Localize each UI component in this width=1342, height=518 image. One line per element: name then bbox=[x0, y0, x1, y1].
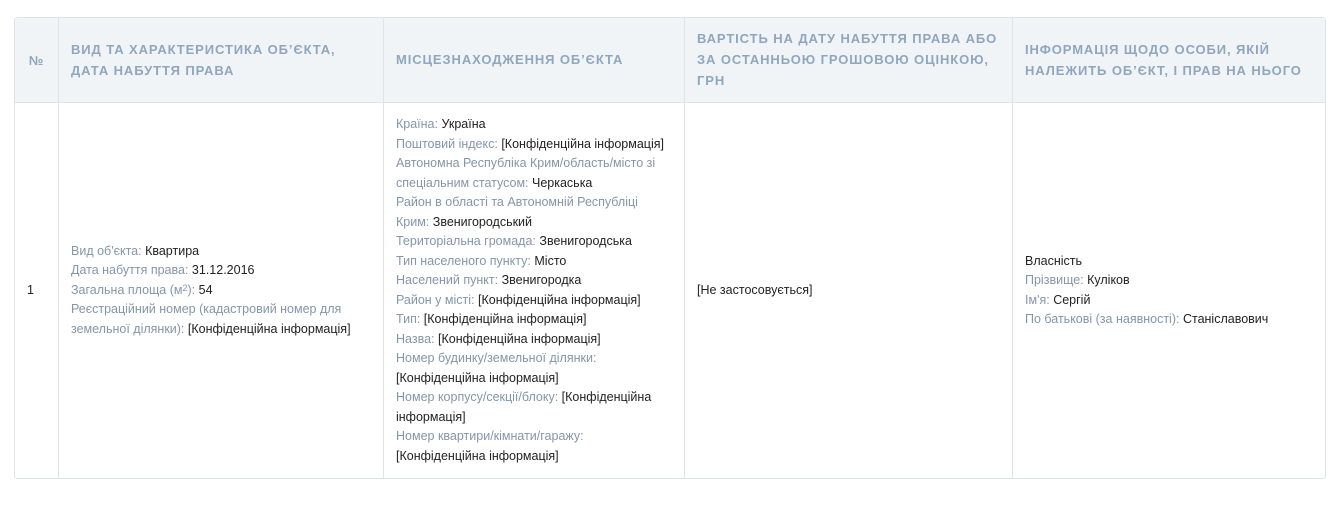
location-block: Номер корпусу/секції/блоку: [Конфіденцій… bbox=[396, 388, 672, 427]
owner-surname: Прізвище: Куліков bbox=[1025, 271, 1313, 291]
table-row: 1 Вид об'єкта: Квартира Дата набуття пра… bbox=[15, 103, 1325, 478]
location-community-value: Звенигородська bbox=[539, 234, 632, 248]
location-region-value: Черкаська bbox=[532, 175, 593, 190]
location-region: Автономна Республіка Крим/область/місто … bbox=[396, 154, 672, 193]
total-area-value: 54 bbox=[198, 282, 213, 297]
owner-patronymic-value: Станіславович bbox=[1182, 312, 1269, 326]
object-type-label: Вид об'єкта: bbox=[71, 243, 142, 258]
location-building-value: [Конфіденційна інформація] bbox=[396, 370, 559, 385]
location-settlement-type: Тип населеного пункту: Місто bbox=[396, 252, 672, 272]
location-settlement-type-label: Тип населеного пункту: bbox=[396, 253, 531, 268]
location-city-district: Район у місті: [Конфіденційна інформація… bbox=[396, 291, 672, 311]
location-city-district-label: Район у місті: bbox=[396, 292, 475, 307]
location-apartment-label: Номер квартири/кімнати/гаражу: bbox=[396, 429, 584, 443]
registration-number-value: [Конфіденційна інформація] bbox=[187, 321, 351, 336]
location-settlement-label: Населений пункт: bbox=[396, 273, 499, 287]
location-street-type-value: [Конфіденційна інформація] bbox=[423, 312, 587, 326]
value-cell: [Не застосовується] bbox=[685, 103, 1013, 478]
acquisition-date-label: Дата набуття права: bbox=[71, 263, 189, 278]
total-area-label: Загальна площа (м2): bbox=[71, 283, 195, 297]
location-block-label: Номер корпусу/секції/блоку: bbox=[396, 390, 559, 404]
location-street-name-value: [Конфіденційна інформація] bbox=[437, 331, 601, 346]
location-street-name-label: Назва: bbox=[396, 331, 435, 346]
location-community-label: Територіальна громада: bbox=[396, 234, 536, 248]
property-table: № ВИД ТА ХАРАКТЕРИСТИКА ОБ’ЄКТА, ДАТА НА… bbox=[14, 17, 1326, 479]
acquisition-date: Дата набуття права: 31.12.2016 bbox=[71, 261, 371, 281]
location-country-label: Країна: bbox=[396, 117, 438, 131]
location-building: Номер будинку/земельної ділянки: [Конфід… bbox=[396, 349, 672, 388]
owner-cell: Власність Прізвище: Куліков Ім'я: Сергій… bbox=[1013, 103, 1325, 478]
location-postal-label: Поштовий індекс: bbox=[396, 136, 498, 151]
object-type-value: Квартира bbox=[145, 243, 200, 258]
location-postal: Поштовий індекс: [Конфіденційна інформац… bbox=[396, 135, 672, 155]
location-apartment: Номер квартири/кімнати/гаражу: [Конфіден… bbox=[396, 427, 672, 466]
location-city-district-value: [Конфіденційна інформація] bbox=[478, 292, 641, 307]
header-location: МІСЦЕЗНАХОДЖЕННЯ ОБ’ЄКТА bbox=[384, 18, 685, 103]
owner-surname-label: Прізвище: bbox=[1025, 273, 1084, 287]
location-settlement-type-value: Місто bbox=[534, 253, 567, 268]
object-cell: Вид об'єкта: Квартира Дата набуття права… bbox=[59, 103, 384, 478]
location-postal-value: [Конфіденційна інформація] bbox=[501, 136, 664, 151]
total-area-label-close: ): bbox=[187, 282, 196, 297]
header-number: № bbox=[15, 18, 59, 103]
total-area-label-text: Загальна площа (м bbox=[71, 282, 183, 297]
location-street-type-label: Тип: bbox=[396, 312, 421, 326]
row-number: 1 bbox=[15, 103, 59, 478]
object-type: Вид об'єкта: Квартира bbox=[71, 242, 371, 262]
acquisition-date-value: 31.12.2016 bbox=[191, 263, 255, 278]
owner-patronymic: По батькові (за наявності): Станіславови… bbox=[1025, 310, 1313, 330]
header-owner: ІНФОРМАЦІЯ ЩОДО ОСОБИ, ЯКІЙ НАЛЕЖИТЬ ОБ’… bbox=[1013, 18, 1325, 103]
registration-number: Реєстраційний номер (кадастровий номер д… bbox=[71, 300, 371, 339]
location-street-name: Назва: [Конфіденційна інформація] bbox=[396, 330, 672, 350]
location-district-value: Звенигородський bbox=[432, 214, 533, 229]
header-value: ВАРТІСТЬ НА ДАТУ НАБУТТЯ ПРАВА АБО ЗА ОС… bbox=[685, 18, 1013, 103]
owner-surname-value: Куліков bbox=[1087, 273, 1130, 287]
total-area-unit-sup: 2 bbox=[182, 282, 188, 293]
total-area: Загальна площа (м2): 54 bbox=[71, 281, 371, 301]
right-type: Власність bbox=[1025, 253, 1083, 268]
declaration-section: № ВИД ТА ХАРАКТЕРИСТИКА ОБ’ЄКТА, ДАТА НА… bbox=[14, 17, 1326, 479]
owner-name: Ім'я: Сергій bbox=[1025, 291, 1313, 311]
location-settlement-value: Звенигородка bbox=[501, 273, 582, 287]
owner-name-value: Сергій bbox=[1053, 292, 1091, 307]
location-country-value: Україна bbox=[441, 117, 486, 131]
owner-name-label: Ім'я: bbox=[1025, 292, 1050, 307]
table-header-row: № ВИД ТА ХАРАКТЕРИСТИКА ОБ’ЄКТА, ДАТА НА… bbox=[15, 18, 1325, 103]
location-country: Країна: Україна bbox=[396, 115, 672, 135]
location-cell: Країна: Україна Поштовий індекс: [Конфід… bbox=[384, 103, 685, 478]
location-region-label: Автономна Республіка Крим/область/місто … bbox=[396, 156, 656, 190]
location-community: Територіальна громада: Звенигородська bbox=[396, 232, 672, 252]
header-object: ВИД ТА ХАРАКТЕРИСТИКА ОБ’ЄКТА, ДАТА НАБУ… bbox=[59, 18, 384, 103]
location-building-label: Номер будинку/земельної ділянки: bbox=[396, 351, 597, 365]
owner-patronymic-label: По батькові (за наявності): bbox=[1025, 312, 1180, 326]
location-settlement: Населений пункт: Звенигородка bbox=[396, 271, 672, 291]
location-district: Район в області та Автономній Республіці… bbox=[396, 193, 672, 232]
location-street-type: Тип: [Конфіденційна інформація] bbox=[396, 310, 672, 330]
location-apartment-value: [Конфіденційна інформація] bbox=[396, 448, 559, 463]
